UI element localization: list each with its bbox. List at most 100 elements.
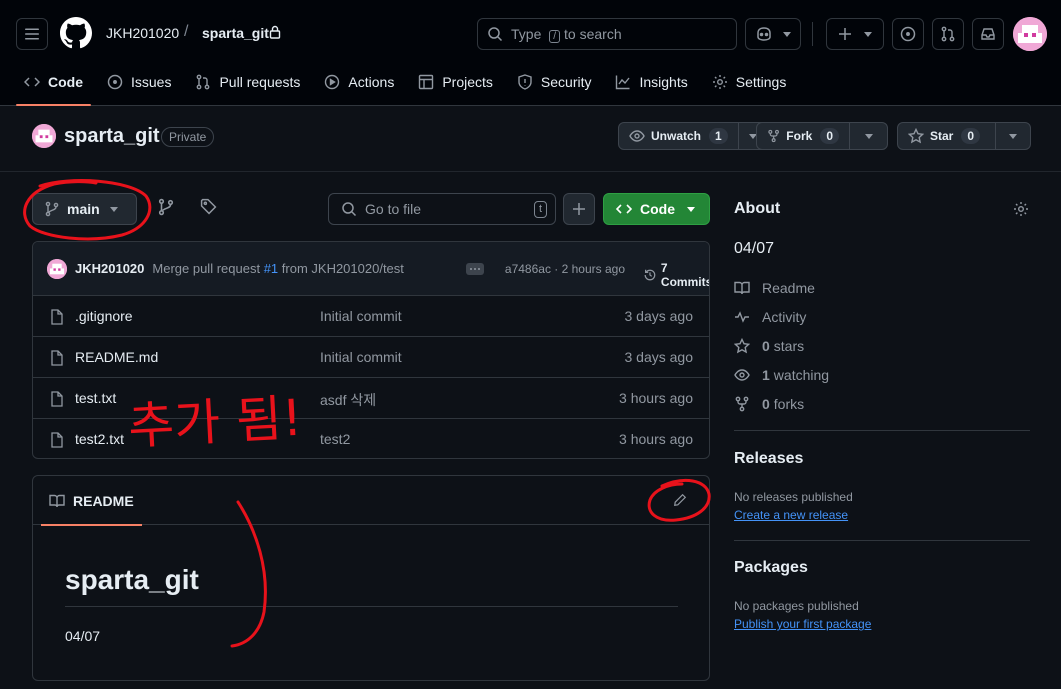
readme-body: 04/07 [65, 628, 101, 644]
book-icon [49, 494, 65, 507]
breadcrumb-repo[interactable]: sparta_git [202, 25, 269, 41]
commit-author[interactable]: JKH201020 [75, 261, 144, 276]
create-new-button[interactable] [826, 18, 884, 50]
user-avatar[interactable] [1013, 17, 1047, 51]
file-commit-message[interactable]: Initial commit [320, 349, 402, 365]
shield-icon [518, 74, 532, 90]
stars-link[interactable]: 0 stars [734, 338, 804, 354]
file-row[interactable]: .gitignore Initial commit 3 days ago [33, 296, 709, 337]
repo-owner-avatar[interactable] [32, 124, 56, 148]
file-name[interactable]: test.txt [75, 390, 116, 406]
lock-icon [269, 25, 281, 39]
tab-pull-requests[interactable]: Pull requests [187, 64, 308, 100]
file-name[interactable]: test2.txt [75, 431, 124, 447]
file-row[interactable]: test.txt asdf 삭제 3 hours ago [33, 378, 709, 419]
fork-icon [735, 396, 749, 412]
header-divider [812, 22, 813, 46]
pull-request-icon [941, 26, 955, 42]
breadcrumb-separator: / [184, 23, 189, 40]
search-input[interactable]: Type / to search [477, 18, 737, 50]
tab-code[interactable]: Code [16, 64, 91, 106]
file-commit-message[interactable]: asdf 삭제 [320, 390, 376, 410]
file-name[interactable]: README.md [75, 349, 158, 365]
tab-settings[interactable]: Settings [704, 64, 795, 100]
latest-commit-bar: JKH201020 Merge pull request #1 from JKH… [33, 242, 709, 296]
chevron-down-icon [687, 206, 695, 212]
packages-title[interactable]: Packages [734, 559, 808, 577]
code-icon [24, 77, 40, 87]
file-icon [51, 432, 63, 448]
pull-request-icon [197, 74, 210, 90]
branch-icon [45, 201, 59, 217]
chevron-down-icon [1009, 133, 1017, 139]
star-icon [908, 128, 924, 144]
create-release-link[interactable]: Create a new release [734, 508, 848, 522]
tab-actions[interactable]: Actions [316, 64, 402, 100]
issues-header-button[interactable] [892, 18, 924, 50]
inbox-button[interactable] [972, 18, 1004, 50]
file-row[interactable]: README.md Initial commit 3 days ago [33, 337, 709, 378]
fork-button[interactable]: Fork 0 [756, 122, 888, 150]
forks-link[interactable]: 0 forks [734, 396, 804, 412]
search-icon [342, 202, 357, 217]
file-row[interactable]: test2.txt test2 3 hours ago [33, 419, 709, 458]
github-logo-icon[interactable] [60, 17, 92, 49]
activity-link[interactable]: Activity [734, 309, 806, 325]
breadcrumb-owner[interactable]: JKH201020 [106, 25, 179, 41]
repo-title[interactable]: sparta_git [64, 125, 160, 148]
readme-heading: sparta_git [65, 564, 678, 607]
readme-tab[interactable]: README [41, 476, 142, 526]
fork-dropdown[interactable] [850, 123, 887, 149]
tab-issues[interactable]: Issues [99, 64, 179, 100]
add-file-button[interactable] [563, 193, 595, 225]
tab-projects[interactable]: Projects [410, 64, 501, 100]
tab-insights[interactable]: Insights [607, 64, 695, 100]
pulse-icon [735, 311, 749, 323]
watching-link[interactable]: 1 watching [734, 367, 829, 383]
gear-icon[interactable] [1013, 201, 1029, 217]
file-date: 3 hours ago [619, 390, 693, 406]
file-commit-message[interactable]: test2 [320, 431, 350, 447]
search-placeholder: Type / to search [511, 25, 622, 43]
commit-meta[interactable]: a7486ac · 2 hours ago [478, 262, 625, 276]
file-commit-message[interactable]: Initial commit [320, 308, 402, 324]
plus-icon [573, 203, 585, 215]
gear-icon [712, 75, 727, 89]
tab-security[interactable]: Security [509, 64, 600, 100]
file-list: JKH201020 Merge pull request #1 from JKH… [32, 241, 710, 459]
sidebar-divider [734, 540, 1030, 541]
star-button[interactable]: Star 0 [897, 122, 1031, 150]
file-date: 3 hours ago [619, 431, 693, 447]
code-dropdown-button[interactable]: Code [603, 193, 710, 225]
chevron-down-icon [783, 31, 791, 37]
watch-button[interactable]: Unwatch 1 [618, 122, 768, 150]
star-dropdown[interactable] [996, 123, 1030, 149]
publish-package-link[interactable]: Publish your first package [734, 617, 871, 631]
commit-author-avatar[interactable] [47, 258, 67, 279]
file-icon [51, 309, 63, 325]
branches-icon[interactable] [158, 198, 174, 216]
branch-selector[interactable]: main [32, 193, 137, 225]
releases-note: No releases published [734, 490, 853, 504]
commit-history-link[interactable]: 7 Commits [643, 261, 709, 289]
menu-button[interactable] [16, 18, 48, 50]
pull-requests-header-button[interactable] [932, 18, 964, 50]
chevron-down-icon [864, 133, 873, 139]
search-shortcut-key: / [549, 29, 561, 43]
watch-count: 1 [709, 128, 728, 144]
eye-icon [734, 369, 750, 381]
file-name[interactable]: .gitignore [75, 308, 133, 324]
about-title: About [734, 200, 781, 217]
go-to-file-input[interactable]: Go to file t [328, 193, 556, 225]
go-to-file-shortcut: t [533, 201, 547, 218]
table-icon [419, 74, 434, 90]
pencil-icon[interactable] [673, 493, 687, 507]
pr-link[interactable]: #1 [264, 261, 278, 276]
copilot-button[interactable] [745, 18, 801, 50]
tag-icon[interactable] [200, 198, 217, 215]
readme-link[interactable]: Readme [734, 280, 815, 296]
commit-message[interactable]: Merge pull request #1 from JKH201020/tes… [152, 261, 404, 276]
releases-title[interactable]: Releases [734, 450, 803, 468]
file-date: 3 days ago [624, 349, 694, 365]
global-header: JKH201020 / sparta_git Type / to search C… [0, 0, 1061, 106]
